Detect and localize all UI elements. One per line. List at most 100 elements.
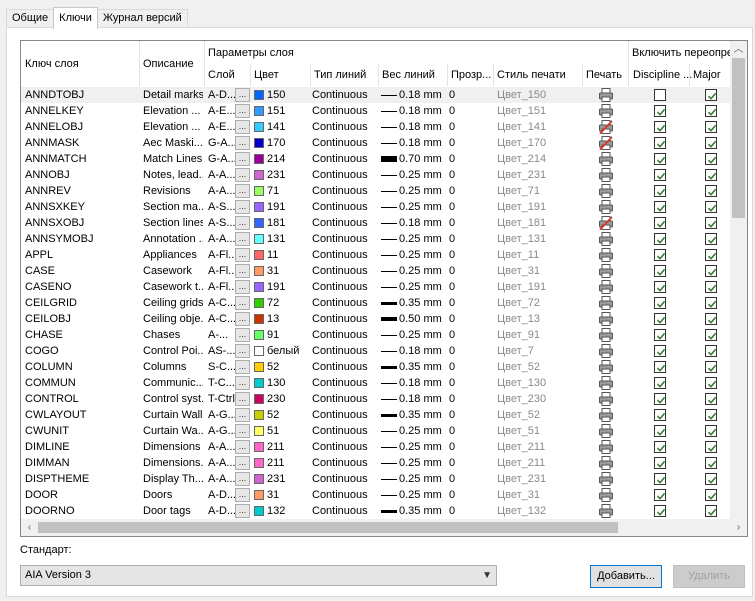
printer-icon[interactable] [598, 343, 614, 359]
cell-linetype[interactable]: Continuous [312, 471, 374, 487]
cell-transparency[interactable]: 0 [449, 87, 479, 103]
cell-color[interactable]: 181 [267, 215, 309, 231]
cell-color[interactable]: 71 [267, 183, 309, 199]
layer-browse-button[interactable]: ... [235, 504, 250, 518]
cell-linetype[interactable]: Continuous [312, 215, 374, 231]
table-row[interactable]: DIMLINE Dimensions A-A...... 211 Continuous 0… [21, 439, 731, 455]
table-row[interactable]: ANNSYMOBJ Annotation ... A-A...... 131 Conti… [21, 231, 731, 247]
cell-transparency[interactable]: 0 [449, 439, 479, 455]
cell-transparency[interactable]: 0 [449, 263, 479, 279]
cell-linetype[interactable]: Continuous [312, 279, 374, 295]
cell-lineweight[interactable]: 0.25 mm [399, 327, 445, 343]
cell-linetype[interactable]: Continuous [312, 231, 374, 247]
cell-transparency[interactable]: 0 [449, 423, 479, 439]
tab-version-history[interactable]: Журнал версий [96, 9, 188, 28]
discipline-checkbox[interactable] [654, 281, 666, 293]
major-checkbox[interactable] [705, 409, 717, 421]
cell-linetype[interactable]: Continuous [312, 439, 374, 455]
major-checkbox[interactable] [705, 425, 717, 437]
cell-transparency[interactable]: 0 [449, 167, 479, 183]
header-lineweight[interactable]: Вес линий [382, 68, 442, 82]
cell-lineweight[interactable]: 0.25 mm [399, 487, 445, 503]
discipline-checkbox[interactable] [654, 441, 666, 453]
cell-transparency[interactable]: 0 [449, 215, 479, 231]
table-row[interactable]: ANNREV Revisions A-A...... 71 Continuous 0.25… [21, 183, 731, 199]
cell-lineweight[interactable]: 0.35 mm [399, 295, 445, 311]
header-discipline[interactable]: Discipline ... [633, 68, 693, 82]
table-row[interactable]: CONTROL Control syst... T-Ctrl... 230Contin… [21, 391, 731, 407]
layer-browse-button[interactable]: ... [235, 104, 250, 118]
layer-browse-button[interactable]: ... [235, 392, 250, 406]
printer-icon[interactable] [598, 455, 614, 471]
cell-linetype[interactable]: Continuous [312, 343, 374, 359]
cell-linetype[interactable]: Continuous [312, 503, 374, 519]
table-row[interactable]: ANNSXKEY Section ma... A-S...... 191 Continu… [21, 199, 731, 215]
delete-button[interactable]: Удалить [673, 565, 745, 588]
major-checkbox[interactable] [705, 185, 717, 197]
layer-browse-button[interactable]: ... [235, 424, 250, 438]
cell-color[interactable]: 150 [267, 87, 309, 103]
table-row[interactable]: COLUMN Columns S-C...... 52 Continuous 0.35 m… [21, 359, 731, 375]
layer-browse-button[interactable]: ... [235, 248, 250, 262]
cell-linetype[interactable]: Continuous [312, 183, 374, 199]
table-row[interactable]: ANNELOBJ Elevation ... A-E...... 141 Continu… [21, 119, 731, 135]
cell-lineweight[interactable]: 0.25 mm [399, 279, 445, 295]
cell-color[interactable]: 13 [267, 311, 309, 327]
cell-linetype[interactable]: Continuous [312, 295, 374, 311]
major-checkbox[interactable] [705, 265, 717, 277]
cell-color[interactable]: 52 [267, 359, 309, 375]
discipline-checkbox[interactable] [654, 121, 666, 133]
scroll-left-icon[interactable]: ‹ [21, 519, 38, 536]
cell-color[interactable]: 231 [267, 167, 309, 183]
major-checkbox[interactable] [705, 313, 717, 325]
add-button[interactable]: Добавить... [590, 565, 662, 588]
table-row[interactable]: ANNMATCH Match Lines G-A...... 214 Continuou… [21, 151, 731, 167]
printer-icon[interactable] [598, 359, 614, 375]
cell-lineweight[interactable]: 0.25 mm [399, 199, 445, 215]
discipline-checkbox[interactable] [654, 169, 666, 181]
printer-icon[interactable] [598, 407, 614, 423]
layer-browse-button[interactable]: ... [235, 216, 250, 230]
table-row[interactable]: CWLAYOUT Curtain Walls A-G...... 52 Continuo… [21, 407, 731, 423]
table-row[interactable]: CASENO Casework t... A-Fl...... 191 Continuo… [21, 279, 731, 295]
printer-icon[interactable] [598, 231, 614, 247]
table-row[interactable]: CASE Casework A-Fl...... 31 Continuous 0.25 m… [21, 263, 731, 279]
cell-lineweight[interactable]: 0.18 mm [399, 103, 445, 119]
cell-lineweight[interactable]: 0.70 mm [399, 151, 445, 167]
discipline-checkbox[interactable] [654, 361, 666, 373]
discipline-checkbox[interactable] [654, 265, 666, 277]
printer-icon[interactable] [598, 471, 614, 487]
vertical-scroll-thumb[interactable] [732, 58, 745, 218]
cell-color[interactable]: 231 [267, 471, 309, 487]
major-checkbox[interactable] [705, 249, 717, 261]
table-row[interactable]: CWUNIT Curtain Wa... A-G...... 51 Continuous… [21, 423, 731, 439]
table-row[interactable]: CEILGRID Ceiling grids A-C...... 72 Continuo… [21, 295, 731, 311]
horizontal-scroll-thumb[interactable] [38, 522, 618, 533]
cell-transparency[interactable]: 0 [449, 375, 479, 391]
major-checkbox[interactable] [705, 233, 717, 245]
cell-transparency[interactable]: 0 [449, 135, 479, 151]
cell-linetype[interactable]: Continuous [312, 423, 374, 439]
printer-icon[interactable] [598, 279, 614, 295]
cell-lineweight[interactable]: 0.18 mm [399, 215, 445, 231]
discipline-checkbox[interactable] [654, 137, 666, 149]
table-row[interactable]: DOOR Doors A-D...... 31 Continuous 0.25 mm 0 Цв… [21, 487, 731, 503]
discipline-checkbox[interactable] [654, 425, 666, 437]
table-row[interactable]: CHASE Chases A-...... 91 Continuous 0.25 mm 0 Ц… [21, 327, 731, 343]
cell-color[interactable]: 211 [267, 455, 309, 471]
printer-icon[interactable] [598, 439, 614, 455]
layer-browse-button[interactable]: ... [235, 440, 250, 454]
header-linetype[interactable]: Тип линий [314, 68, 374, 82]
major-checkbox[interactable] [705, 169, 717, 181]
printer-icon[interactable] [598, 375, 614, 391]
discipline-checkbox[interactable] [654, 153, 666, 165]
cell-linetype[interactable]: Continuous [312, 311, 374, 327]
cell-lineweight[interactable]: 0.18 mm [399, 135, 445, 151]
cell-lineweight[interactable]: 0.25 mm [399, 455, 445, 471]
table-row[interactable]: ANNOBJ Notes, lead... A-A...... 231 Continuo… [21, 167, 731, 183]
cell-color[interactable]: 130 [267, 375, 309, 391]
cell-color[interactable]: 214 [267, 151, 309, 167]
major-checkbox[interactable] [705, 153, 717, 165]
cell-color[interactable]: 31 [267, 487, 309, 503]
cell-lineweight[interactable]: 0.25 mm [399, 439, 445, 455]
